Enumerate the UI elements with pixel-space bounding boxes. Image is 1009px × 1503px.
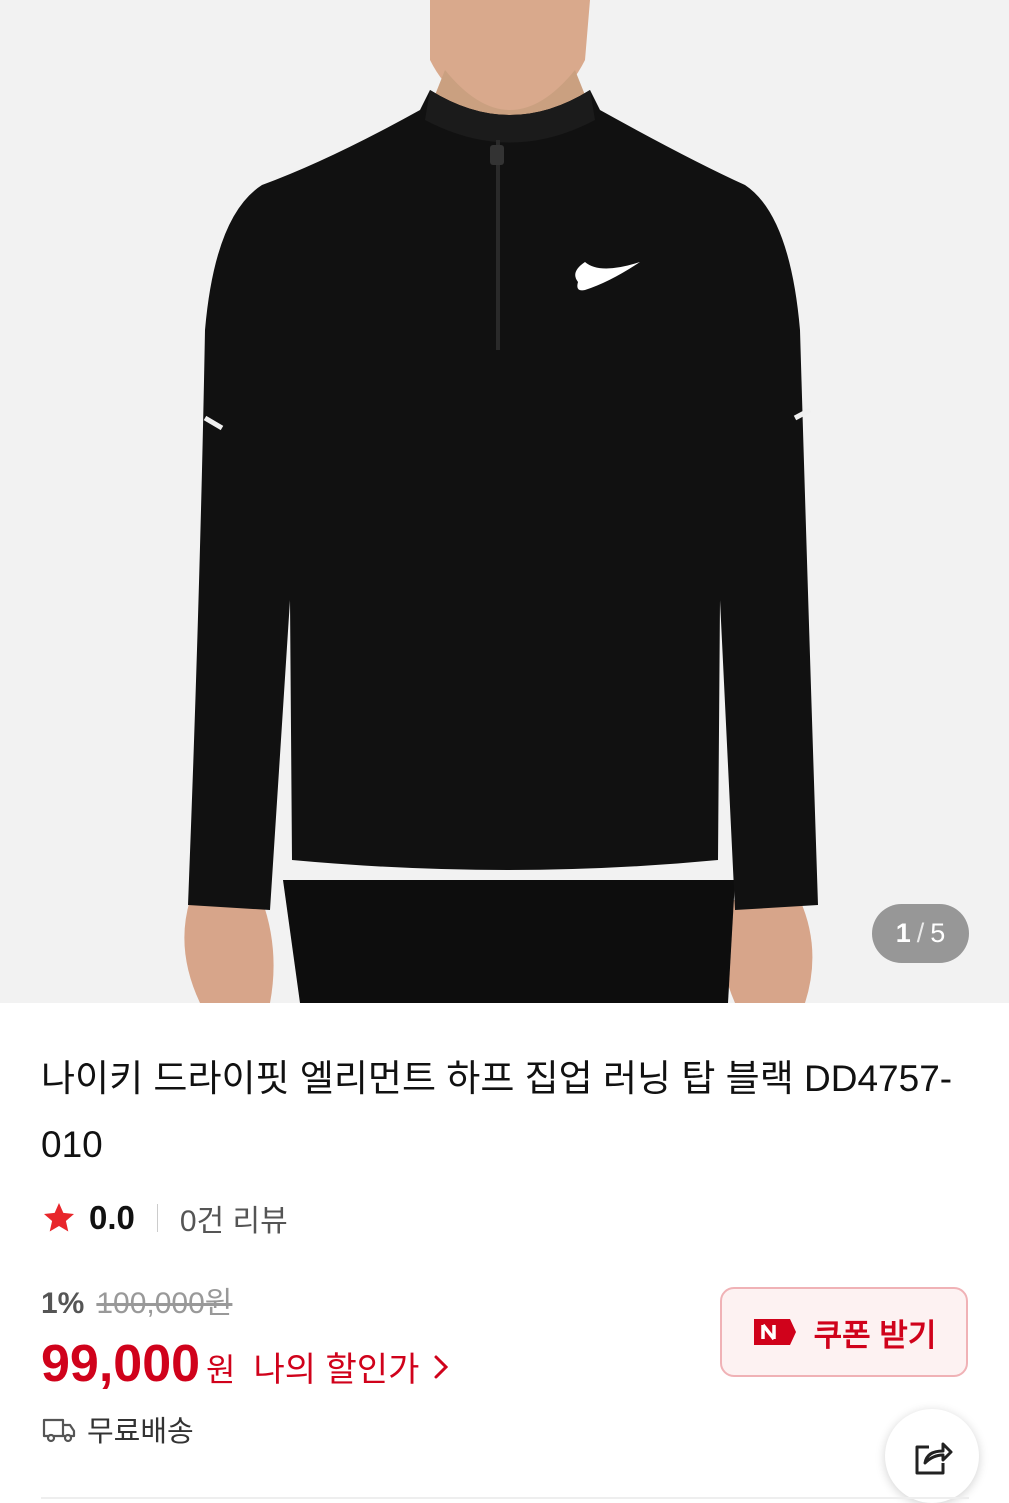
page-current: 1 (895, 918, 911, 948)
currency-label: 원 (206, 1352, 236, 1388)
share-icon (915, 1442, 953, 1475)
shipping-label: 무료배송 (87, 1416, 194, 1448)
image-page-indicator: 1 / 5 (872, 904, 969, 963)
discount-rate: 1% (41, 1287, 85, 1320)
review-count[interactable]: 0건 리뷰 (180, 1196, 288, 1240)
shipping-info: 무료배송 (41, 1408, 194, 1450)
my-discount-link[interactable]: 나의 할인가 (254, 1342, 452, 1391)
price-section: 1% 100,000원 99,000 원 나의 할인가 (41, 1278, 451, 1394)
sale-price-row: 99,000 원 나의 할인가 (41, 1334, 451, 1394)
product-image-gallery[interactable]: 1 / 5 (0, 0, 1009, 1003)
truck-icon (42, 1418, 76, 1443)
naver-n-icon (753, 1319, 796, 1345)
sale-price: 99,000 (41, 1335, 201, 1393)
original-price: 100,000원 (96, 1287, 233, 1320)
my-discount-label: 나의 할인가 (253, 1351, 420, 1389)
coupon-label: 쿠폰 받기 (813, 1317, 937, 1353)
rating-value: 0.0 (89, 1199, 135, 1236)
chevron-right-icon (434, 1355, 449, 1378)
divider (156, 1204, 158, 1232)
star-icon (44, 1203, 74, 1232)
page-total: 5 (930, 918, 946, 948)
original-price-row: 1% 100,000원 (41, 1278, 451, 1322)
rating-row[interactable]: 0.0 0건 리뷰 (41, 1196, 288, 1240)
product-photo (184, 0, 818, 1003)
page-separator: / (916, 918, 925, 948)
product-title: 나이키 드라이핏 엘리먼트 하프 집업 러닝 탑 블랙 DD4757-010 (41, 1058, 953, 1165)
coupon-button[interactable]: 쿠폰 받기 (720, 1287, 968, 1377)
share-button[interactable] (885, 1409, 979, 1503)
section-divider (41, 1497, 969, 1499)
